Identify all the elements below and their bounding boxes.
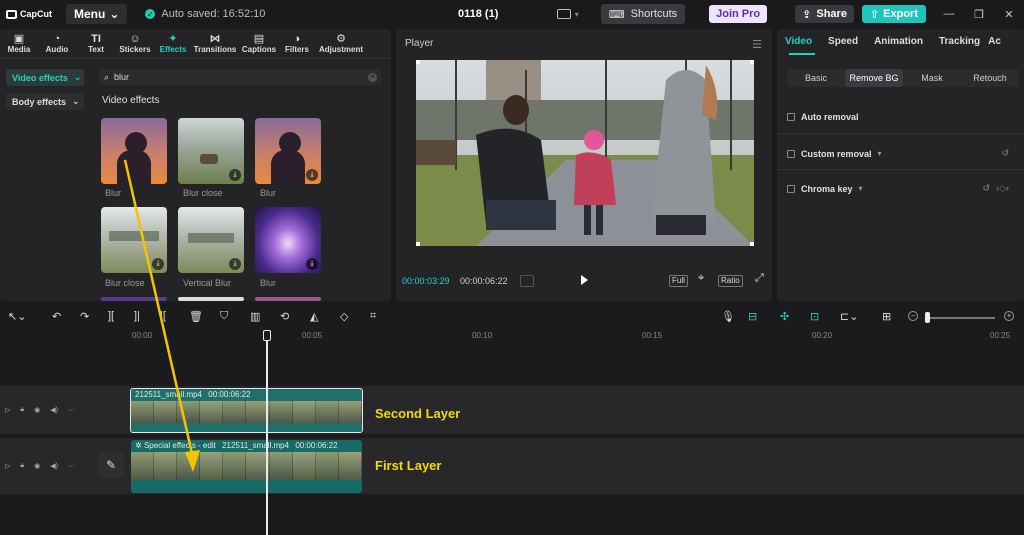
drag-arrow-annotation — [123, 159, 200, 472]
arrow-line — [123, 159, 195, 459]
arrow-head — [185, 450, 200, 472]
